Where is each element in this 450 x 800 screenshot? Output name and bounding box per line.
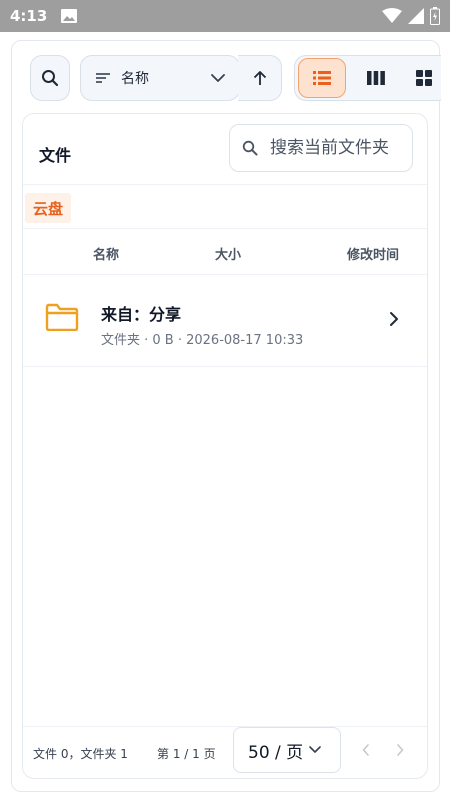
panel-title: 文件 — [39, 146, 72, 165]
sort-field-label: 名称 — [121, 71, 149, 87]
sort-direction-button[interactable] — [238, 55, 282, 101]
item-counts: 文件 0，文件夹 1 — [33, 747, 128, 761]
sort-field-select[interactable]: 名称 — [80, 55, 240, 101]
prev-page-button[interactable] — [357, 741, 375, 759]
column-view-button[interactable] — [352, 58, 400, 98]
sort-lines-icon — [95, 72, 111, 84]
divider — [23, 228, 427, 229]
status-time: 4:13 — [10, 7, 48, 25]
list-view-icon — [313, 71, 332, 85]
search-icon — [242, 140, 258, 156]
battery-icon — [430, 7, 440, 25]
folder-icon — [45, 303, 79, 331]
image-notification-icon — [61, 9, 78, 23]
chevron-left-icon — [362, 744, 369, 756]
panel-header: 文件 — [23, 114, 427, 184]
column-header-size[interactable]: 大小 — [215, 244, 241, 263]
chevron-down-icon — [309, 746, 321, 754]
chevron-right-icon — [389, 311, 399, 327]
column-header-name[interactable]: 名称 — [93, 244, 119, 263]
chevron-right-icon — [397, 744, 404, 756]
chevron-down-icon — [211, 73, 225, 83]
next-page-button[interactable] — [391, 741, 409, 759]
folder-search-box[interactable] — [229, 124, 413, 172]
grid-view-icon — [415, 70, 432, 86]
file-meta: 文件夹 · 0 B · 2026-08-17 10:33 — [101, 333, 304, 348]
status-bar: 4:13 — [0, 0, 450, 32]
search-button[interactable] — [30, 55, 70, 101]
search-icon — [41, 69, 59, 87]
file-row[interactable]: 来自：分享 文件夹 · 0 B · 2026-08-17 10:33 — [23, 274, 427, 367]
file-panel: 文件 云盘 名称 大小 修改时间 来自：分享 文件夹 · 0 B · 2026-… — [22, 113, 428, 779]
file-name: 来自：分享 — [101, 305, 182, 324]
grid-view-button[interactable] — [406, 58, 441, 98]
column-header-modified[interactable]: 修改时间 — [347, 244, 399, 263]
breadcrumb-root[interactable]: 云盘 — [25, 193, 72, 223]
page-size-select[interactable]: 50 / 页 — [233, 727, 341, 773]
view-mode-group — [294, 55, 441, 101]
page-info: 第 1 / 1 页 — [157, 747, 216, 761]
wifi-icon — [382, 8, 402, 24]
page-size-label: 50 / 页 — [248, 742, 304, 763]
divider — [23, 184, 427, 185]
file-manager-window: 名称 文件 搜索当前文件夹 云盘 名称 大小 修改时间 来自：分享 文件夹 · … — [11, 40, 441, 792]
column-view-icon — [367, 71, 386, 85]
toolbar: 名称 — [12, 41, 441, 113]
folder-search-input[interactable] — [270, 138, 400, 158]
pagination-footer: 文件 0，文件夹 1 第 1 / 1 页 50 / 页 — [23, 726, 427, 778]
arrow-up-icon — [252, 70, 268, 86]
list-view-button[interactable] — [298, 58, 347, 98]
signal-icon — [408, 8, 424, 24]
